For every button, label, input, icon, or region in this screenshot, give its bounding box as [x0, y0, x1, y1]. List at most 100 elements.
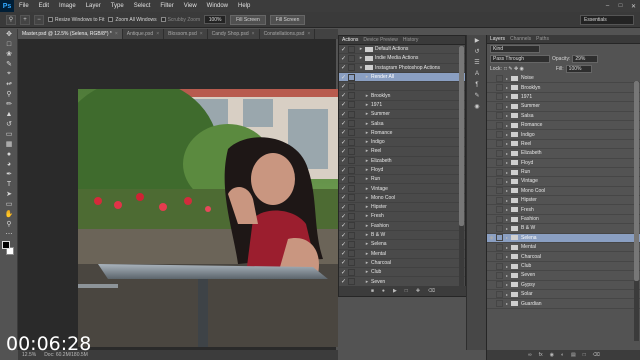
toggle-check-icon[interactable]: ✓ — [339, 278, 348, 285]
dialog-toggle[interactable] — [348, 203, 355, 211]
brush-icon[interactable]: ✎ — [467, 90, 487, 101]
checkbox[interactable] — [108, 17, 114, 22]
fill-field[interactable]: 100% — [565, 65, 592, 73]
dialog-toggle[interactable] — [348, 250, 355, 258]
layer-row[interactable]: ▸ Charcoal — [487, 252, 640, 262]
expand-triangle-icon[interactable]: ▸ — [363, 130, 371, 136]
expand-triangle-icon[interactable]: ▸ — [363, 148, 371, 154]
layer-row[interactable]: ▸ Vintage — [487, 177, 640, 187]
tab-blossom[interactable]: Blossom.psd × — [164, 29, 208, 39]
action-row[interactable]: ✓ ▸ Elizabeth — [339, 157, 465, 166]
layer-toggle-box[interactable] — [496, 300, 503, 308]
layer-toggle-box[interactable] — [496, 187, 503, 195]
folder-icon[interactable]: ▤ — [571, 352, 576, 358]
toggle-check-icon[interactable]: ✓ — [339, 101, 348, 108]
tab-constellations[interactable]: Constellations.psd × — [260, 29, 316, 39]
menu-layer[interactable]: Layer — [81, 3, 106, 9]
paragraph-icon[interactable]: ¶ — [467, 79, 487, 90]
adjustment-icon[interactable]: ◐ — [561, 352, 564, 358]
eyedropper-tool-icon[interactable]: ↫ — [0, 79, 18, 89]
action-row[interactable]: ✓ ▸ Render All — [339, 72, 465, 83]
tab-paths[interactable]: Paths — [536, 36, 549, 42]
layer-row[interactable]: ▸ Gypsy — [487, 281, 640, 290]
menu-window[interactable]: Window — [202, 3, 233, 9]
toggle-check-icon[interactable]: ✓ — [339, 259, 348, 266]
expand-triangle-icon[interactable]: ▸ — [363, 93, 371, 99]
toggle-check-icon[interactable]: ✓ — [339, 83, 348, 90]
layer-row[interactable]: ◉ ▸ Selena — [487, 233, 640, 244]
action-row[interactable]: ✓ ▸ Charcoal — [339, 259, 465, 269]
type-tool-icon[interactable]: T — [0, 179, 18, 189]
character-icon[interactable]: A — [467, 68, 487, 79]
shape-tool-icon[interactable]: ▭ — [0, 199, 18, 209]
zoom-in-icon[interactable]: + — [20, 14, 30, 25]
layer-row[interactable]: ▸ Mental — [487, 243, 640, 253]
layer-toggle-box[interactable] — [496, 243, 503, 251]
zoom-tool-icon[interactable]: ⚲ — [6, 14, 16, 25]
toggle-check-icon[interactable]: ✓ — [339, 167, 348, 174]
scroll-thumb[interactable] — [634, 81, 639, 281]
close-icon[interactable]: × — [307, 31, 310, 37]
document-photo[interactable] — [78, 89, 338, 347]
action-row[interactable]: ✓ ▸ Summer — [339, 110, 465, 120]
history-icon[interactable]: ↺ — [467, 46, 487, 57]
tab-candy-shop[interactable]: Candy Shop.psd × — [208, 29, 260, 39]
expand-triangle-icon[interactable]: ▸ — [363, 241, 371, 247]
move-tool-icon[interactable]: ✥ — [0, 29, 18, 39]
crop-tool-icon[interactable]: ⌖ — [0, 69, 18, 79]
play-icon[interactable]: ▶ — [467, 35, 487, 46]
record-icon[interactable]: ● — [382, 288, 385, 294]
dialog-toggle[interactable] — [348, 278, 355, 286]
expand-triangle-icon[interactable]: ▸ — [363, 269, 371, 275]
dialog-toggle[interactable] — [348, 157, 355, 165]
toggle-check-icon[interactable]: ✓ — [339, 250, 348, 257]
layer-row[interactable]: ▸ B & W — [487, 224, 640, 234]
trash-icon[interactable]: ⌫ — [593, 352, 600, 358]
dialog-toggle[interactable] — [348, 129, 355, 137]
layer-toggle-box[interactable] — [496, 84, 503, 92]
layer-toggle-box[interactable] — [496, 159, 503, 167]
action-row[interactable]: ✓ ▸ Fresh — [339, 212, 465, 222]
tab-channels[interactable]: Channels — [510, 36, 531, 42]
new-set-icon[interactable]: □ — [405, 288, 408, 294]
action-row[interactable]: ✓ ▸ Club — [339, 268, 465, 278]
action-row[interactable]: ✓ ▸ Selena — [339, 240, 465, 250]
expand-triangle-icon[interactable]: ▸ — [363, 167, 371, 173]
action-row[interactable]: ✓ ▸ Mental — [339, 250, 465, 259]
dialog-toggle[interactable] — [348, 259, 355, 267]
layer-row[interactable]: ▸ Noise — [487, 74, 640, 84]
layer-toggle-box[interactable] — [496, 74, 503, 82]
canvas-area[interactable] — [18, 39, 338, 350]
action-row[interactable]: ✓ ▸ Salsa — [339, 119, 465, 129]
maximize-icon[interactable]: □ — [614, 0, 627, 12]
pen-tool-icon[interactable]: ✒ — [0, 169, 18, 179]
expand-triangle-icon[interactable]: ▸ — [363, 74, 371, 80]
workspace-select[interactable]: Essentials — [580, 15, 634, 25]
layer-toggle-box[interactable] — [496, 271, 503, 279]
layer-toggle-box[interactable] — [496, 206, 503, 214]
close-icon[interactable]: ✕ — [627, 0, 640, 12]
layer-row[interactable]: ▸ Run — [487, 168, 640, 178]
layer-toggle-box[interactable] — [496, 140, 503, 148]
zoom-value-field[interactable]: 100% — [204, 15, 227, 24]
expand-triangle-icon[interactable]: ▸ — [357, 46, 365, 52]
fill-screen-button-2[interactable]: Fill Screen — [269, 14, 306, 25]
action-row[interactable]: ✓ ▸ Vintage — [339, 184, 465, 194]
toggle-check-icon[interactable]: ✓ — [339, 176, 348, 183]
action-row[interactable]: ✓ ▸ Fashion — [339, 222, 465, 231]
dialog-toggle[interactable] — [348, 231, 355, 239]
toggle-check-icon[interactable]: ✓ — [339, 120, 348, 127]
stamp-tool-icon[interactable]: ▲ — [0, 109, 18, 119]
layer-toggle-box[interactable] — [496, 234, 503, 242]
stop-icon[interactable]: ■ — [371, 288, 374, 294]
toggle-check-icon[interactable]: ✓ — [339, 194, 348, 201]
layer-row[interactable]: ▸ Romance — [487, 121, 640, 131]
toggle-check-icon[interactable]: ✓ — [339, 185, 348, 192]
layer-toggle-box[interactable] — [496, 149, 503, 157]
actions-scrollbar[interactable] — [459, 46, 464, 286]
toggle-check-icon[interactable]: ✓ — [339, 204, 348, 211]
expand-triangle-icon[interactable]: ▸ — [363, 204, 371, 210]
layers-scrollbar[interactable] — [634, 81, 639, 341]
layer-row[interactable]: ▸ Fresh — [487, 205, 640, 215]
zoom-all-option[interactable]: Zoom All Windows — [108, 17, 157, 23]
